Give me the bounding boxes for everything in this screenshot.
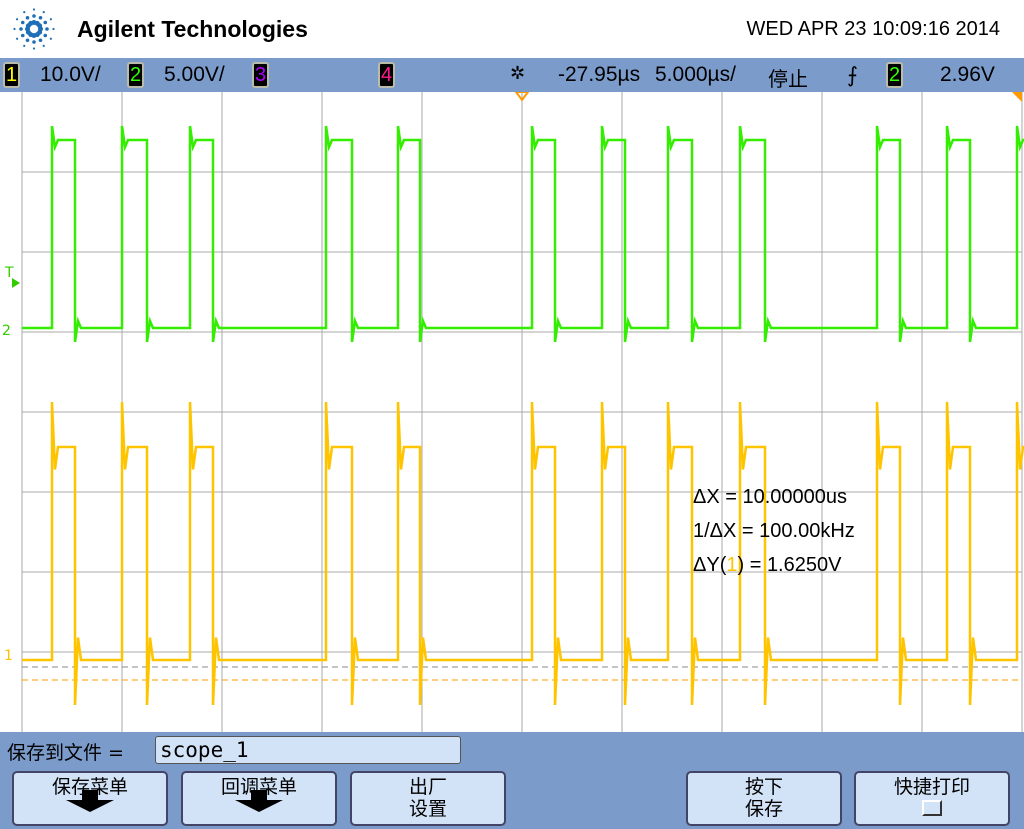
- channel-4-badge[interactable]: 4: [378, 62, 395, 88]
- rising-edge-trigger-icon: ⨍: [847, 64, 858, 87]
- channel-2-badge[interactable]: 2: [127, 62, 144, 88]
- graticule: [21, 92, 1023, 732]
- channel-1-ground-marker: 1: [4, 648, 13, 664]
- timebase: 5.000µs/: [655, 63, 736, 86]
- status-bar: 1 10.0V/ 2 5.00V/ 3 4 ✲ -27.95µs 5.000µs…: [0, 58, 1024, 92]
- channel-3-badge[interactable]: 3: [252, 62, 269, 88]
- dy-value: ) = 1.6250V: [737, 554, 842, 576]
- quick-print-button[interactable]: 快捷打印: [854, 771, 1010, 826]
- btn-label: 按下: [744, 776, 783, 798]
- softkey-menu: 保存到文件 = scope_1 保存菜单 回调菜单 出厂 设置 按下 保存 快捷打印: [0, 732, 1024, 829]
- header: Agilent Technologies WED APR 23 10:09:16…: [0, 0, 1024, 58]
- channel-1-badge[interactable]: 1: [3, 62, 20, 88]
- save-file-label: 保存到文件 =: [7, 742, 124, 764]
- waveform-display: T 2 1: [2, 92, 1024, 732]
- dy-prefix: ΔY(: [693, 554, 727, 576]
- arrow-down-icon: [235, 790, 283, 812]
- recall-menu-button[interactable]: 回调菜单: [181, 771, 337, 826]
- right-edge-marker: [1012, 92, 1022, 102]
- delay-icon: ✲: [510, 63, 526, 83]
- checkbox-icon: [922, 800, 942, 816]
- inverse-delta-x-readout: 1/ΔX = 100.00kHz: [693, 520, 855, 542]
- channel-2-scale: 5.00V/: [164, 63, 225, 86]
- brand-name: Agilent Technologies: [77, 16, 308, 42]
- btn-label: 出厂: [408, 776, 447, 798]
- horizontal-delay: -27.95µs: [558, 63, 641, 86]
- dy-channel: 1: [726, 554, 738, 576]
- arrow-down-icon: [66, 790, 114, 812]
- run-state: 停止: [768, 67, 808, 91]
- btn-label: 快捷打印: [893, 776, 970, 798]
- channel-2-ground-marker: 2: [2, 323, 11, 339]
- channel-1-scale: 10.0V/: [40, 63, 101, 86]
- btn-label-2: 设置: [408, 798, 447, 820]
- filename-field[interactable]: scope_1: [155, 736, 461, 764]
- datetime: WED APR 23 10:09:16 2014: [746, 18, 1001, 40]
- btn-label-2: 保存: [744, 798, 783, 820]
- delta-y-readout: ΔY(1) = 1.6250V: [693, 554, 841, 577]
- agilent-spark-icon: [13, 8, 55, 50]
- press-to-save-button[interactable]: 按下 保存: [686, 771, 842, 826]
- factory-setup-button[interactable]: 出厂 设置: [350, 771, 506, 826]
- save-menu-button[interactable]: 保存菜单: [12, 771, 168, 826]
- trigger-source-badge: 2: [886, 62, 903, 88]
- trigger-level: 2.96V: [940, 63, 995, 86]
- delta-x-readout: ΔX = 10.00000us: [693, 486, 848, 508]
